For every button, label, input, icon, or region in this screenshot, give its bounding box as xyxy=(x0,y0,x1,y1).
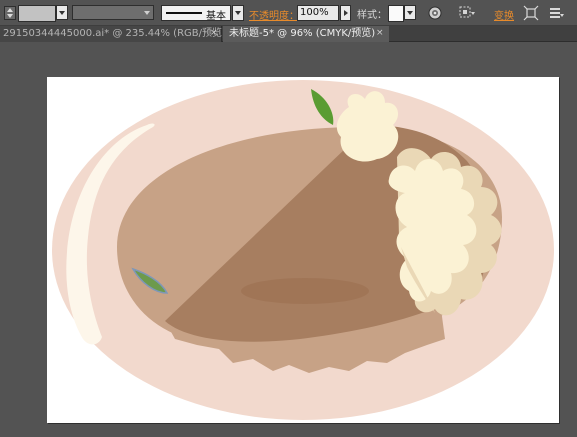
control-bar: 基本 不透明度： 100% 样式： 变换 xyxy=(0,0,577,26)
tab-label: 未标题-5* @ 96% (CMYK/预览) xyxy=(229,28,376,39)
tab-label: 29150344445000.ai* @ 235.44% (RGB/预览) xyxy=(3,28,226,39)
transform-link[interactable]: 变换 xyxy=(494,7,514,22)
opacity-input[interactable]: 100% xyxy=(297,5,339,21)
document-tab-bar: 29150344445000.ai* @ 235.44% (RGB/预览) × … xyxy=(0,26,577,42)
opacity-slider-button[interactable] xyxy=(340,5,351,21)
brush-definition-dropdown[interactable]: 基本 xyxy=(161,5,231,22)
isolate-selection-icon[interactable] xyxy=(523,5,539,21)
tab-document-ai[interactable]: 29150344445000.ai* @ 235.44% (RGB/预览) × xyxy=(0,26,226,42)
recolor-artwork-icon[interactable] xyxy=(428,6,442,20)
brush-label: 基本 xyxy=(206,11,226,22)
variable-width-profile-dropdown[interactable] xyxy=(72,5,154,20)
tab-document-untitled[interactable]: 未标题-5* @ 96% (CMYK/预览) × xyxy=(223,26,389,42)
sauce-smudge[interactable] xyxy=(241,278,369,304)
opacity-link[interactable]: 不透明度： xyxy=(249,7,299,22)
align-icon[interactable] xyxy=(458,5,476,21)
graphic-style-dropdown[interactable] xyxy=(404,5,416,20)
artboard[interactable] xyxy=(47,77,559,423)
stroke-weight-stepper[interactable] xyxy=(4,6,16,20)
close-tab-icon[interactable]: × xyxy=(376,26,384,41)
panel-menu-icon[interactable] xyxy=(548,5,564,21)
style-label: 样式： xyxy=(357,10,387,21)
graphic-style-swatch[interactable] xyxy=(388,5,404,22)
stroke-weight-dropdown[interactable] xyxy=(56,5,68,20)
brush-dropdown-button[interactable] xyxy=(232,5,244,21)
stroke-weight-field[interactable] xyxy=(18,5,56,22)
close-tab-icon[interactable]: × xyxy=(210,26,218,41)
brush-stroke-preview xyxy=(166,12,202,14)
dish-illustration[interactable] xyxy=(47,77,559,423)
